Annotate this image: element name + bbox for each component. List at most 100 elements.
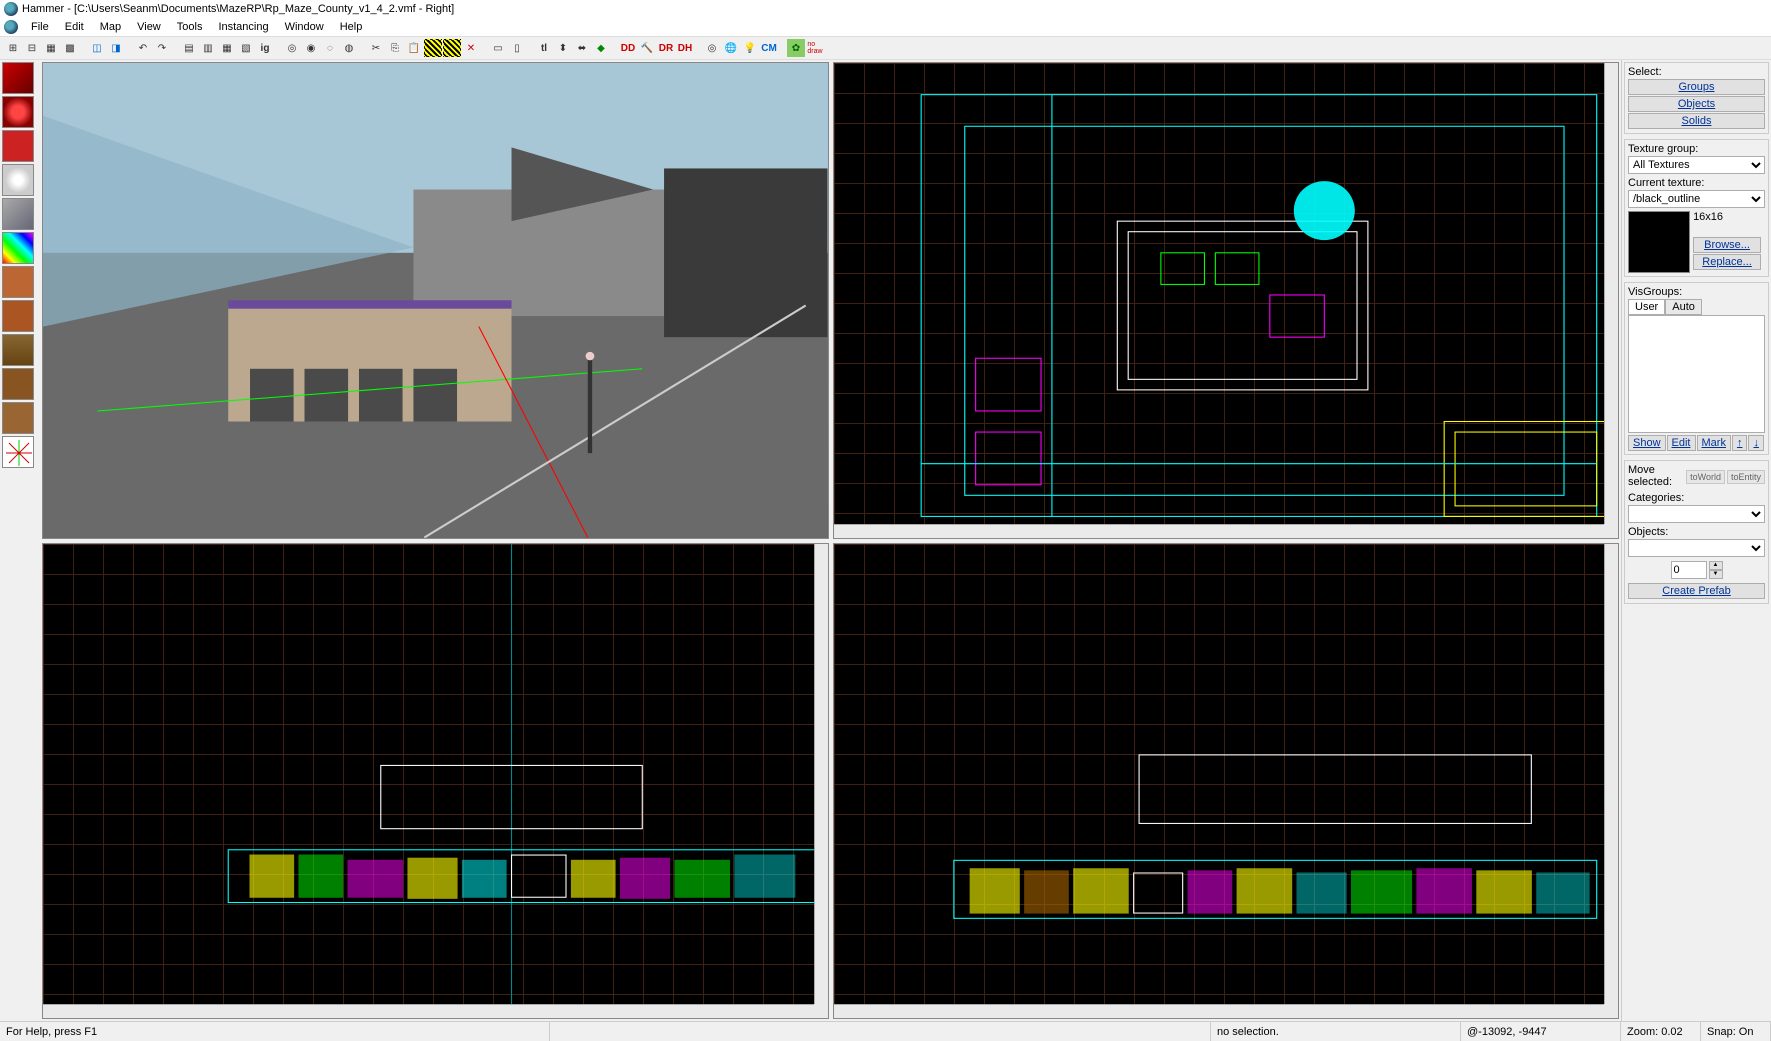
hazard2-icon[interactable] [443, 39, 461, 57]
tw-icon[interactable]: ⬍ [554, 39, 572, 57]
grid-toggle-icon[interactable]: ▦ [42, 39, 60, 57]
clip-tool[interactable] [2, 368, 34, 400]
apply-texture-tool[interactable] [2, 266, 34, 298]
visgroup-down-button[interactable]: ↓ [1748, 435, 1764, 451]
categories-select[interactable] [1628, 505, 1765, 523]
scrollbar-v[interactable] [1604, 63, 1618, 524]
sel-bounds-icon[interactable]: ▭ [489, 39, 507, 57]
grid-3d-icon[interactable]: ▩ [61, 39, 79, 57]
scrollbar-h[interactable] [43, 1004, 814, 1018]
categories-label: Categories: [1628, 492, 1765, 504]
menu-window[interactable]: Window [278, 20, 331, 34]
cordon-new-icon[interactable]: ◎ [283, 39, 301, 57]
portal-icon[interactable]: ◎ [703, 39, 721, 57]
visgroups-list[interactable] [1628, 315, 1765, 433]
hazard-icon[interactable] [424, 39, 442, 57]
cross-icon[interactable]: ✕ [462, 39, 480, 57]
toggle-cordon-icon[interactable]: ▥ [199, 39, 217, 57]
cordon-edit-icon[interactable]: ◉ [302, 39, 320, 57]
curtex-select[interactable]: /black_outline [1628, 190, 1765, 208]
browse-button[interactable]: Browse... [1693, 237, 1761, 253]
visgroup-tab-user[interactable]: User [1628, 299, 1665, 315]
toggle-select-icon[interactable]: ▧ [237, 39, 255, 57]
decal-tool[interactable] [2, 300, 34, 332]
path-tool[interactable] [2, 436, 34, 468]
selection-tool[interactable] [2, 62, 34, 94]
dh-icon[interactable]: DH [676, 39, 694, 57]
tl-icon[interactable]: tl [535, 39, 553, 57]
select-solids-button[interactable]: Solids [1628, 113, 1765, 129]
visgroup-mark-button[interactable]: Mark [1697, 435, 1731, 451]
viewport-front[interactable] [42, 543, 829, 1020]
select-label: Select: [1628, 66, 1765, 78]
nodraw-icon[interactable]: nodraw [806, 39, 824, 57]
objects-select[interactable] [1628, 539, 1765, 557]
viewport-top[interactable] [833, 62, 1620, 539]
menu-instancing[interactable]: Instancing [211, 20, 275, 34]
texgroup-select[interactable]: All Textures [1628, 156, 1765, 174]
scrollbar-h[interactable] [834, 1004, 1605, 1018]
undo-icon[interactable]: ↶ [134, 39, 152, 57]
menu-help[interactable]: Help [333, 20, 370, 34]
replace-button[interactable]: Replace... [1693, 254, 1761, 270]
paste-icon[interactable]: 📋 [405, 39, 423, 57]
entity-tool[interactable] [2, 164, 34, 196]
select-objects-button[interactable]: Objects [1628, 96, 1765, 112]
toggle-helpers-icon[interactable]: ▦ [218, 39, 236, 57]
texture-tool[interactable] [2, 232, 34, 264]
wireframe-front [43, 544, 828, 1019]
grid-larger-icon[interactable]: ⊟ [23, 39, 41, 57]
align-icon[interactable]: ⬌ [573, 39, 591, 57]
faces-inc-button[interactable]: ▲ [1709, 561, 1723, 570]
scrollbar-v[interactable] [1604, 544, 1618, 1005]
status-help: For Help, press F1 [0, 1022, 550, 1041]
menu-view[interactable]: View [130, 20, 168, 34]
sprinkle-icon[interactable]: ✿ [787, 39, 805, 57]
radius-icon[interactable]: ◍ [340, 39, 358, 57]
cm-icon[interactable]: CM [760, 39, 778, 57]
viewport-3d[interactable] [42, 62, 829, 539]
texture-preview [1628, 211, 1690, 273]
status-zoom: Zoom: 0.02 [1621, 1022, 1701, 1041]
cordon-del-icon[interactable]: ◌ [321, 39, 339, 57]
menu-edit[interactable]: Edit [58, 20, 91, 34]
camera-tool[interactable] [2, 130, 34, 162]
light-icon[interactable]: 💡 [741, 39, 759, 57]
magnify-tool[interactable] [2, 96, 34, 128]
sel-center-icon[interactable]: ▯ [508, 39, 526, 57]
visgroup-up-button[interactable]: ↑ [1732, 435, 1748, 451]
select-groups-button[interactable]: Groups [1628, 79, 1765, 95]
group-icon[interactable]: ◨ [107, 39, 125, 57]
cut-icon[interactable]: ✂ [367, 39, 385, 57]
faces-input[interactable] [1671, 561, 1707, 579]
ig-label-icon[interactable]: ig [256, 39, 274, 57]
menu-map[interactable]: Map [93, 20, 128, 34]
dr-icon[interactable]: DR [657, 39, 675, 57]
faces-dec-button[interactable]: ▼ [1709, 570, 1723, 579]
toggle-group-icon[interactable]: ▤ [180, 39, 198, 57]
visgroup-show-button[interactable]: Show [1628, 435, 1666, 451]
wireframe-right [834, 544, 1619, 1019]
right-panel: Select: Groups Objects Solids Texture gr… [1621, 60, 1771, 1021]
grid-smaller-icon[interactable]: ⊞ [4, 39, 22, 57]
world-icon[interactable]: 🌐 [722, 39, 740, 57]
carve-icon[interactable]: ◫ [88, 39, 106, 57]
redo-icon[interactable]: ↷ [153, 39, 171, 57]
overlay-tool[interactable] [2, 334, 34, 366]
toworld-button[interactable]: toWorld [1686, 470, 1725, 484]
dd-icon[interactable]: DD [619, 39, 637, 57]
scrollbar-v[interactable] [814, 544, 828, 1005]
toentity-button[interactable]: toEntity [1727, 470, 1765, 484]
create-prefab-button[interactable]: Create Prefab [1628, 583, 1765, 599]
vertex-tool[interactable] [2, 402, 34, 434]
visgroup-tab-auto[interactable]: Auto [1665, 299, 1702, 315]
copy-icon[interactable]: ⎘ [386, 39, 404, 57]
block-tool[interactable] [2, 198, 34, 230]
scrollbar-h[interactable] [834, 524, 1605, 538]
render-mode-icon[interactable]: ◆ [592, 39, 610, 57]
hammer-icon[interactable]: 🔨 [638, 39, 656, 57]
viewport-right[interactable] [833, 543, 1620, 1020]
visgroup-edit-button[interactable]: Edit [1667, 435, 1696, 451]
menu-tools[interactable]: Tools [170, 20, 210, 34]
menu-file[interactable]: File [24, 20, 56, 34]
